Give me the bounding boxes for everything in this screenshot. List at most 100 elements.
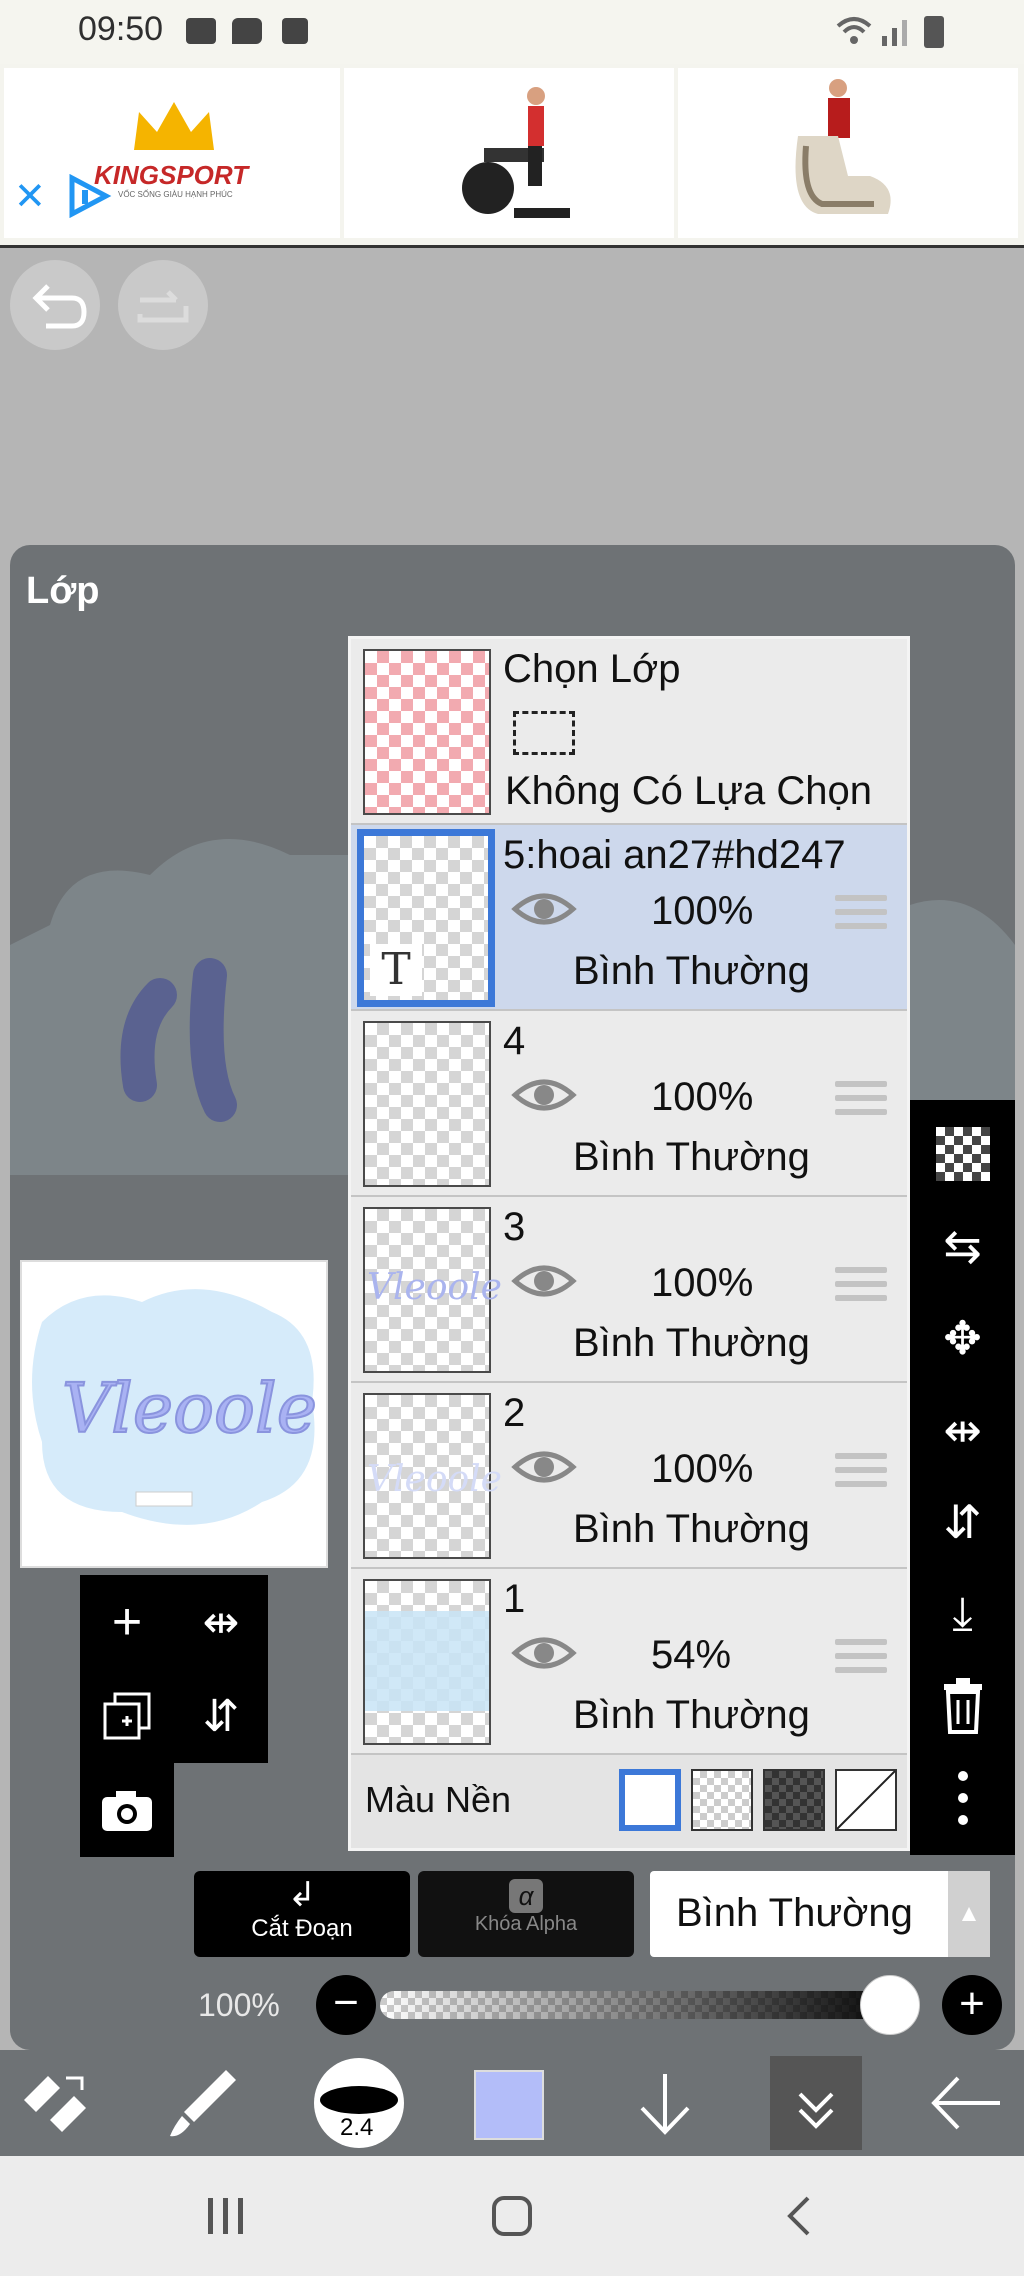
duplicate-layer-button[interactable]: [80, 1669, 174, 1763]
move-button[interactable]: ✥: [910, 1292, 1015, 1384]
brush-size-button[interactable]: 2.4: [314, 2058, 404, 2148]
blend-mode-select[interactable]: Bình Thường ▲: [650, 1871, 990, 1957]
opacity-decrease-button[interactable]: −: [316, 1975, 376, 2035]
brush-icon: [170, 2070, 236, 2137]
layers-menu-button[interactable]: [770, 2056, 862, 2150]
opacity-slider-thumb[interactable]: [860, 1975, 920, 2035]
layer-row[interactable]: 1 54% Bình Thường: [351, 1569, 907, 1755]
layer-name: 4: [503, 1019, 526, 1063]
layer-name: 2: [503, 1391, 526, 1435]
signal-icon: [836, 17, 907, 46]
battery-icon: [924, 16, 944, 48]
layer-opacity: 100%: [651, 889, 754, 933]
visibility-eye-icon[interactable]: [511, 1447, 577, 1487]
rotate-flip-button[interactable]: ⇹: [174, 1575, 268, 1669]
flip-horizontal-button[interactable]: ⇹: [910, 1384, 1015, 1476]
drag-handle-icon[interactable]: [835, 895, 887, 935]
exercise-bike-image: [462, 87, 570, 218]
drag-handle-icon[interactable]: [835, 1453, 887, 1493]
selection-marquee-icon: [513, 711, 575, 755]
layer-name: 1: [503, 1577, 526, 1621]
arrow-left-icon: [931, 2076, 1000, 2130]
selection-layer-row[interactable]: Chọn Lớp Không Có Lựa Chọn: [351, 639, 907, 825]
layer-thumbnail: Vleoole: [363, 1393, 502, 1559]
clip-arrow-icon: ↲: [287, 1876, 317, 1914]
ad-card-chair[interactable]: [678, 68, 1018, 238]
drag-handle-icon[interactable]: [835, 1639, 887, 1679]
transparency-button[interactable]: [910, 1108, 1015, 1200]
panel-title: Lớp: [26, 570, 100, 612]
transform-tool-button[interactable]: [10, 2060, 100, 2146]
redo-icon: [137, 290, 189, 323]
drag-handle-icon[interactable]: [835, 1081, 887, 1121]
visibility-eye-icon[interactable]: [511, 1261, 577, 1301]
opacity-increase-button[interactable]: +: [942, 1975, 1002, 2035]
layer-panel: Lớp Vleoole Chọn Lớp Không Có Lựa Chọn T…: [10, 545, 1015, 2050]
rotate-vertical-button[interactable]: ⇵: [174, 1669, 268, 1763]
bg-none-option[interactable]: [835, 1769, 897, 1831]
ad-tagline: VỐC SỐNG GIÀU HẠNH PHÚC: [118, 190, 233, 199]
camera-button[interactable]: [80, 1763, 174, 1857]
layer-thumb-text: Vleoole: [367, 1267, 502, 1308]
crown-icon: [134, 102, 214, 150]
ad-banner[interactable]: KINGSPORT VỐC SỐNG GIÀU HẠNH PHÚC ✕: [0, 64, 1024, 248]
alpha-lock-button[interactable]: α Khóa Alpha: [418, 1871, 634, 1957]
layer-opacity: 100%: [651, 1447, 754, 1491]
color-swatch-button[interactable]: [474, 2070, 544, 2140]
layer-tools-bar: ⇆ ✥ ⇹ ⇵ ⤓: [910, 1100, 1015, 1855]
selection-title: Chọn Lớp: [503, 647, 681, 691]
close-ad-icon[interactable]: ✕: [14, 174, 46, 219]
massage-chair-image: [795, 79, 891, 214]
bg-white-option[interactable]: [619, 1769, 681, 1831]
visibility-eye-icon[interactable]: [511, 1633, 577, 1673]
back-button[interactable]: [920, 2060, 1010, 2146]
home-icon[interactable]: [490, 2194, 534, 2238]
brush-size-preview: [320, 2086, 398, 2114]
flip-vertical-button[interactable]: ⇵: [910, 1476, 1015, 1568]
layer-row[interactable]: Vleoole 2 100% Bình Thường: [351, 1383, 907, 1569]
back-nav-icon[interactable]: [780, 2194, 820, 2238]
clipping-label: Cắt Đoạn: [251, 1915, 353, 1942]
layer-opacity: 54%: [651, 1633, 732, 1677]
opacity-slider-track[interactable]: [380, 1991, 910, 2019]
clipping-button[interactable]: ↲ Cắt Đoạn: [194, 1871, 410, 1957]
layer-thumb-text: Vleoole: [367, 1459, 502, 1500]
layer-row[interactable]: 4 100% Bình Thường: [351, 1011, 907, 1197]
ad-card-bike[interactable]: [344, 68, 674, 238]
layer-swap-button[interactable]: ⇆: [910, 1200, 1015, 1292]
merge-down-button[interactable]: ⤓: [910, 1568, 1015, 1660]
layer-row[interactable]: Vleoole 3 100% Bình Thường: [351, 1197, 907, 1383]
layer-blend-mode: Bình Thường: [573, 949, 810, 993]
layer-name: 5:hoai an27#hd247: [503, 833, 846, 877]
message-icon: [232, 18, 262, 44]
dropdown-arrow-icon[interactable]: ▲: [948, 1871, 990, 1957]
drag-handle-icon[interactable]: [835, 1267, 887, 1307]
adchoices-icon[interactable]: [66, 174, 112, 218]
recents-icon[interactable]: [206, 2196, 246, 2236]
trash-icon: [943, 1678, 982, 1734]
blend-mode-value: Bình Thường: [676, 1891, 913, 1935]
gallery-icon: [186, 18, 216, 44]
redo-button[interactable]: [118, 260, 208, 350]
layer-thumbnail: Vleoole: [363, 1207, 502, 1373]
layer-thumb-fill: [365, 1611, 489, 1711]
swap-icon: ⇆: [943, 1220, 982, 1272]
add-layer-button[interactable]: +: [80, 1575, 174, 1669]
bg-transparent-light-option[interactable]: [691, 1769, 753, 1831]
bg-transparent-dark-option[interactable]: [763, 1769, 825, 1831]
plus-icon: +: [959, 1979, 985, 2028]
visibility-eye-icon[interactable]: [511, 1075, 577, 1115]
layer-down-button[interactable]: [620, 2060, 710, 2146]
layer-row[interactable]: T 5:hoai an27#hd247 100% Bình Thường: [351, 825, 907, 1011]
delete-layer-button[interactable]: [910, 1660, 1015, 1752]
flip-horizontal-icon: ⇹: [943, 1404, 982, 1456]
opacity-value: 100%: [198, 1987, 280, 2023]
background-label: Màu Nền: [365, 1779, 512, 1820]
ad-card-logo[interactable]: KINGSPORT VỐC SỐNG GIÀU HẠNH PHÚC: [4, 68, 340, 238]
more-options-button[interactable]: [910, 1752, 1015, 1844]
camera-icon: [102, 1791, 152, 1831]
brush-tool-button[interactable]: [160, 2060, 250, 2146]
undo-button[interactable]: [10, 260, 100, 350]
layer-blend-mode: Bình Thường: [573, 1321, 810, 1365]
visibility-eye-icon[interactable]: [511, 889, 577, 929]
